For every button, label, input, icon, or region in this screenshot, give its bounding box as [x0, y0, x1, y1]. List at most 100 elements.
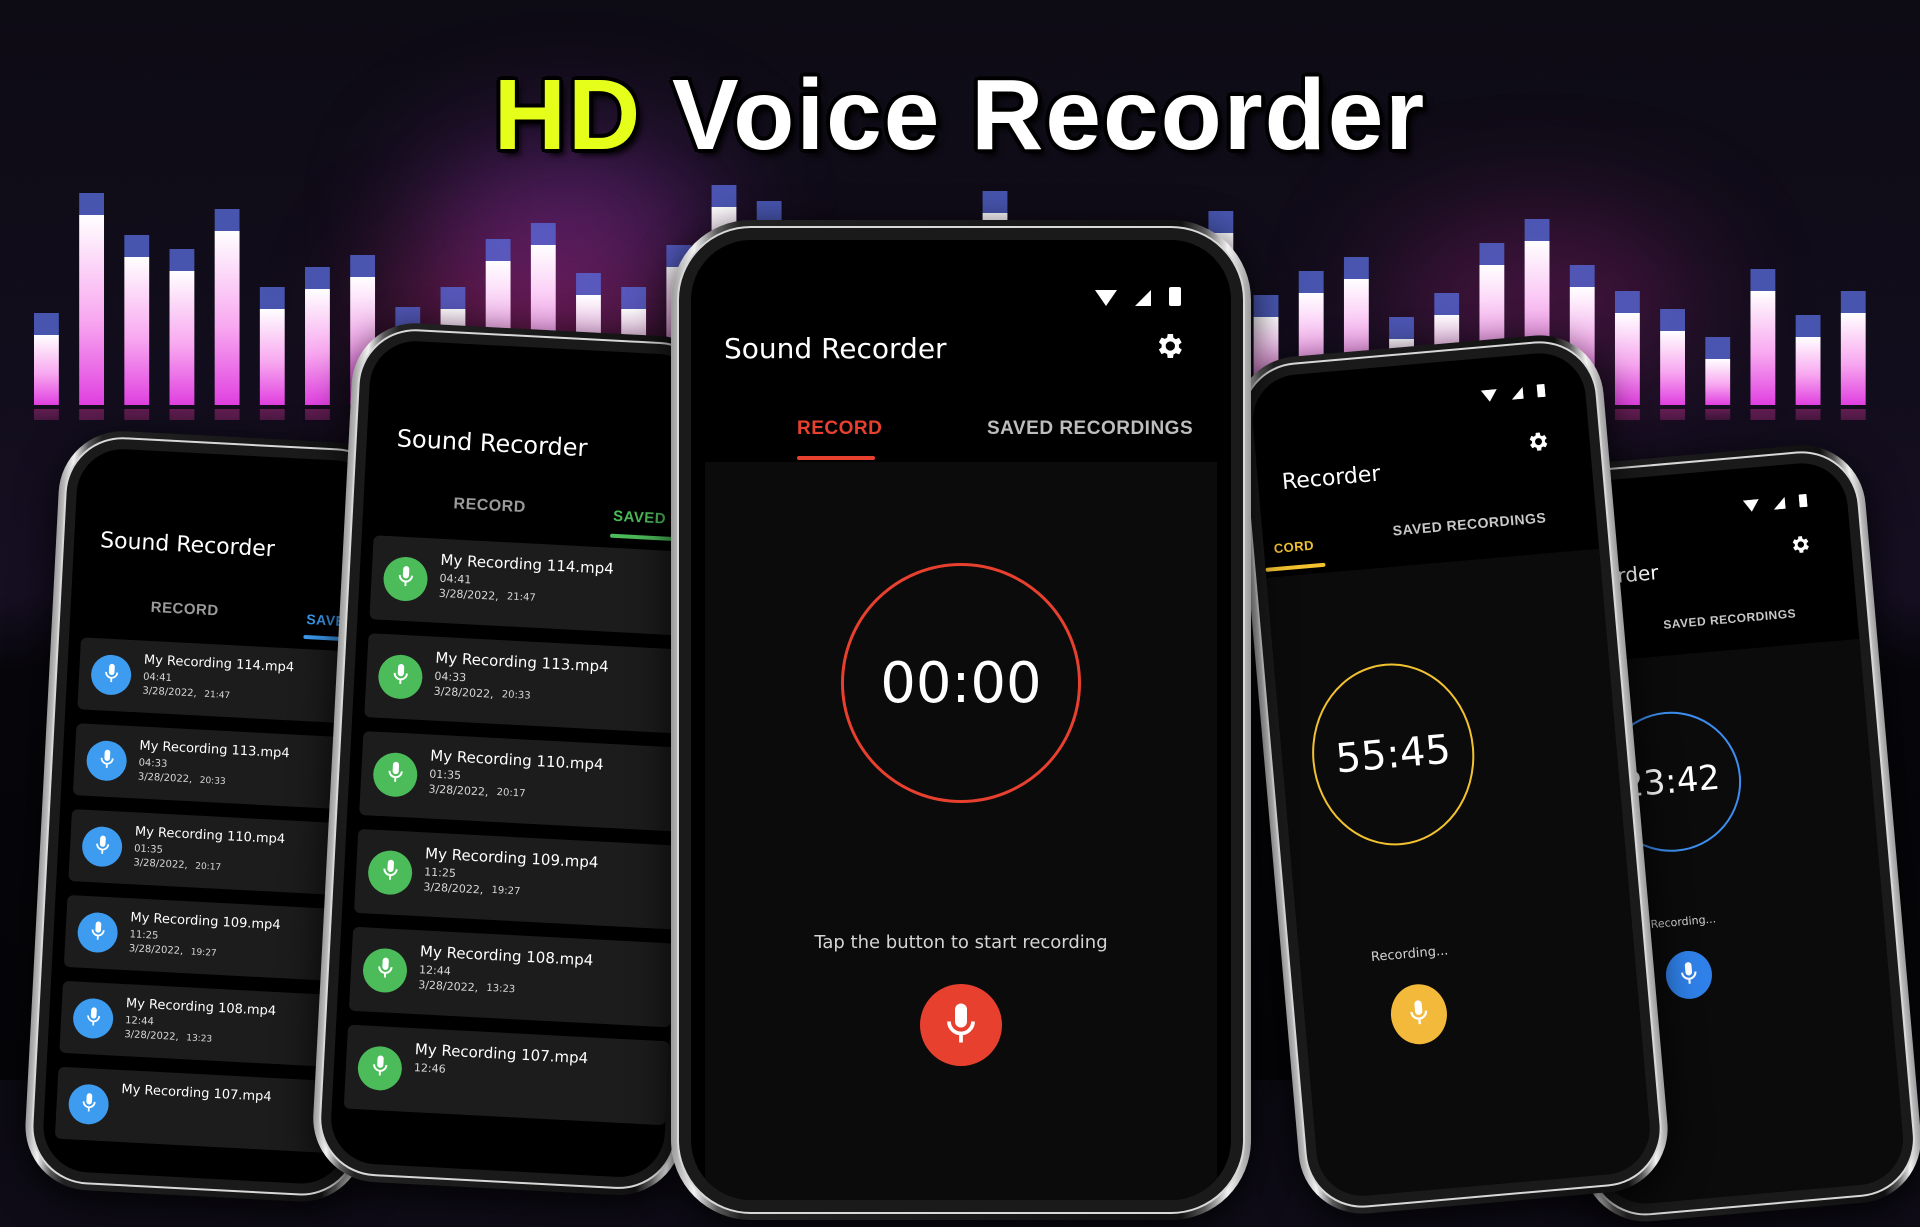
play-recording-button[interactable]	[367, 849, 413, 895]
equalizer-bar	[1705, 359, 1730, 405]
tab-saved[interactable]: SAVED	[613, 508, 667, 528]
recording-time: 20:33	[199, 776, 225, 787]
recording-list-item[interactable]: My Recording 114.mp4 04:41 3/28/2022, 21…	[77, 637, 372, 724]
tab-record[interactable]: RECORD	[150, 599, 219, 620]
equalizer-bar	[1796, 337, 1821, 405]
recording-date: 3/28/2022,	[129, 943, 184, 957]
equalizer-bar-cap	[576, 273, 601, 295]
recording-list-item[interactable]: My Recording 110.mp4 01:35 3/28/2022, 20…	[359, 731, 685, 832]
recording-duration: 12:44	[125, 1015, 154, 1027]
recording-duration: 12:46	[414, 1061, 446, 1076]
cellular-signal-icon	[1135, 290, 1151, 311]
recording-duration: 04:33	[434, 670, 466, 685]
recording-date: 3/28/2022,	[142, 686, 197, 700]
tab-record[interactable]: RECORD	[453, 495, 526, 517]
recording-list-item[interactable]: My Recording 113.mp4 04:33 3/28/2022, 20…	[73, 723, 368, 810]
settings-gear-icon[interactable]	[1525, 429, 1551, 460]
recording-list-item[interactable]: My Recording 109.mp4 11:25 3/28/2022, 19…	[64, 895, 359, 982]
equalizer-bar-cap	[1525, 219, 1550, 241]
status-bar	[1743, 493, 1808, 518]
cellular-signal-icon	[1511, 386, 1525, 405]
tab-record[interactable]: RECORD	[797, 418, 882, 440]
equalizer-bar-reflection	[260, 409, 285, 420]
equalizer-bar-cap	[1841, 291, 1866, 313]
play-recording-button[interactable]	[357, 1045, 403, 1091]
recording-list-item[interactable]: My Recording 108.mp4 12:44 3/28/2022, 13…	[349, 927, 675, 1028]
recording-time: 13:23	[186, 1033, 212, 1044]
play-recording-button[interactable]	[81, 826, 123, 868]
equalizer-bar	[1841, 313, 1866, 405]
tab-saved-recordings[interactable]: SAVED RECORDINGS	[1392, 509, 1547, 538]
equalizer-bar-cap	[1615, 291, 1640, 313]
recording-list-item[interactable]: My Recording 109.mp4 11:25 3/28/2022, 19…	[354, 829, 680, 930]
recordings-list: My Recording 114.mp4 04:41 3/28/2022, 21…	[329, 535, 695, 1180]
play-recording-button[interactable]	[362, 947, 408, 993]
play-recording-button[interactable]	[372, 752, 418, 798]
recording-list-item[interactable]: My Recording 107.mp4 12:46	[344, 1025, 670, 1126]
equalizer-bar-cap	[79, 193, 104, 215]
recording-list-item[interactable]: My Recording 114.mp4 04:41 3/28/2022, 21…	[369, 535, 695, 636]
equalizer-bar-cap	[1660, 309, 1685, 331]
recording-list-item[interactable]: My Recording 110.mp4 01:35 3/28/2022, 20…	[68, 809, 363, 896]
equalizer-bar-reflection	[1705, 409, 1730, 420]
microphone-icon	[93, 833, 111, 861]
equalizer-bar-cap	[983, 191, 1008, 213]
microphone-icon	[89, 919, 107, 947]
equalizer-bar	[305, 289, 330, 405]
status-bar	[1481, 383, 1546, 408]
equalizer-bar-reflection	[1796, 409, 1821, 420]
equalizer-bar-cap	[1705, 337, 1730, 359]
equalizer-bar-reflection	[1750, 409, 1775, 420]
play-recording-button[interactable]	[72, 997, 114, 1039]
banner-title: HD Voice Recorder	[0, 58, 1920, 173]
title-rest: Voice Recorder	[672, 59, 1426, 171]
recording-name: My Recording 107.mp4	[121, 1082, 272, 1105]
play-recording-button[interactable]	[382, 556, 428, 602]
equalizer-bar-reflection	[170, 409, 195, 420]
phone-recording-yellow: Recorder CORD SAVED RECORDINGS 55:45 Rec…	[1229, 330, 1673, 1219]
equalizer-bar-cap	[350, 255, 375, 277]
tab-saved-recordings[interactable]: SAVED RECORDINGS	[1663, 606, 1797, 632]
cellular-signal-icon	[1773, 496, 1787, 515]
recording-list-item[interactable]: My Recording 113.mp4 04:33 3/28/2022, 20…	[364, 633, 690, 734]
phone-screen: Sound Recorder RECORD SAVED My Recording…	[329, 339, 706, 1179]
recording-date: 3/28/2022,	[438, 587, 499, 603]
play-recording-button[interactable]	[90, 654, 132, 696]
recording-time: 21:47	[507, 591, 536, 603]
equalizer-bar-reflection	[1660, 409, 1685, 420]
play-recording-button[interactable]	[68, 1083, 110, 1125]
battery-icon	[1536, 383, 1546, 403]
tab-record[interactable]: CORD	[1273, 538, 1314, 556]
recording-date: 3/28/2022,	[133, 857, 188, 871]
equalizer-bar	[1750, 291, 1775, 405]
app-title: Sound Recorder	[396, 424, 588, 462]
microphone-icon	[390, 662, 410, 692]
settings-gear-icon[interactable]	[1153, 330, 1185, 367]
settings-gear-icon[interactable]	[1788, 533, 1812, 562]
play-recording-button[interactable]	[86, 740, 128, 782]
phone-screen: Sound Recorder RECORD SAVED RECORDINGS 0…	[691, 240, 1231, 1200]
equalizer-bar	[260, 309, 285, 405]
equalizer-bar-cap	[34, 313, 59, 335]
app-title: Recorder	[1281, 462, 1381, 495]
recording-time: 19:27	[190, 947, 216, 958]
equalizer-bar-cap	[1389, 317, 1414, 339]
equalizer-bar	[170, 271, 195, 405]
recording-time: 13:23	[486, 983, 515, 995]
status-bar	[1095, 286, 1181, 311]
recording-time: 20:33	[501, 689, 530, 701]
record-button[interactable]	[920, 984, 1002, 1066]
title-highlight: HD	[494, 59, 642, 171]
equalizer-bar	[1660, 331, 1685, 405]
recording-time: 20:17	[496, 787, 525, 799]
play-recording-button[interactable]	[377, 654, 423, 700]
recording-list-item[interactable]: My Recording 108.mp4 12:44 3/28/2022, 13…	[59, 981, 354, 1068]
equalizer-bar-cap	[486, 239, 511, 261]
equalizer-bar-reflection	[1841, 409, 1866, 420]
play-recording-button[interactable]	[77, 912, 119, 954]
equalizer-bar-cap	[621, 287, 646, 309]
microphone-icon	[380, 858, 400, 888]
tab-saved-recordings[interactable]: SAVED RECORDINGS	[987, 418, 1193, 440]
equalizer-bar-reflection	[305, 409, 330, 420]
recording-duration: 12:44	[419, 963, 451, 978]
